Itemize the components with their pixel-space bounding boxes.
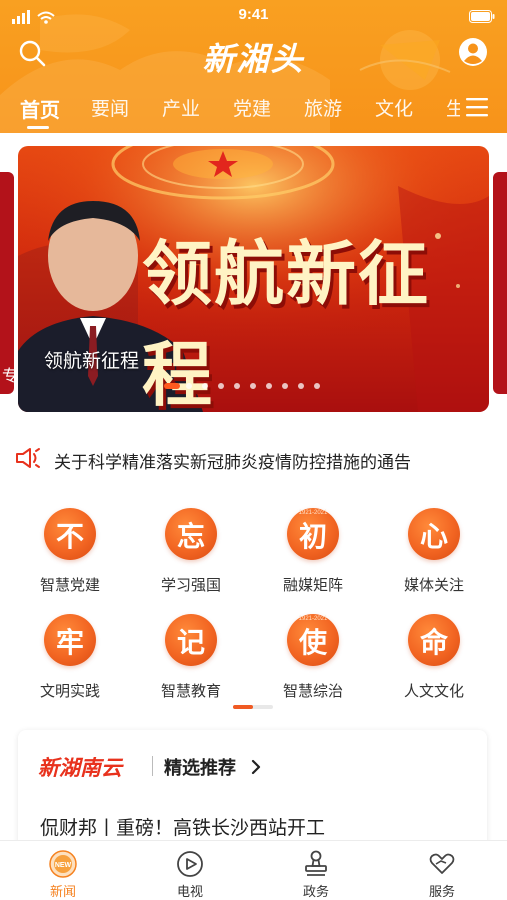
grid-label: 智慧综治 [282, 683, 343, 700]
grid-item-governance[interactable]: 1921-2021 使 智慧综治 [263, 614, 363, 714]
tab-home[interactable]: 首页 [20, 94, 60, 123]
grid-icon-char: 牢 [55, 626, 84, 659]
tab-headlines[interactable]: 要闻 [91, 94, 129, 121]
channel-tabs: 首页 要闻 产业 党建 旅游 文化 生 [0, 90, 460, 130]
svg-text:NEW: NEW [55, 862, 72, 869]
status-bar: 9:41 [0, 4, 507, 26]
grid-item-media-matrix[interactable]: 1921-2021 初 融媒矩阵 [263, 508, 363, 608]
grid-label: 智慧教育 [160, 683, 221, 700]
carousel-dot[interactable] [164, 383, 180, 389]
grid-item-media-focus[interactable]: 心 媒体关注 [384, 508, 484, 608]
grid-icon-char: 初 [298, 520, 327, 553]
grid-icon: 记 [165, 614, 217, 666]
grid-icon-char: 不 [55, 520, 84, 553]
grid-icon: 1921-2021 使 [287, 614, 339, 666]
carousel-dot[interactable] [250, 383, 256, 389]
nav-tv-label: 电视 [176, 884, 203, 899]
grid-label: 融媒矩阵 [282, 577, 343, 594]
grid-icon-char: 心 [419, 520, 448, 553]
carousel-dot[interactable] [218, 383, 224, 389]
grid-label: 学习强国 [160, 577, 221, 594]
grid-icon-char: 记 [176, 626, 205, 659]
notice-text: 关于科学精准落实新冠肺炎疫情防控措施的通告 [54, 453, 411, 472]
nav-service[interactable]: 服务 [402, 847, 482, 899]
grid-page-indicator [233, 705, 273, 709]
nav-news[interactable]: NEW 新闻 [23, 847, 103, 899]
carousel-dot[interactable] [266, 383, 272, 389]
menu-icon[interactable] [465, 96, 489, 118]
recommend-news-item[interactable]: 侃财邦丨重磅！高铁长沙西站开工 [40, 813, 325, 840]
grid-label: 智慧党建 [39, 577, 100, 594]
grid-item-smart-party[interactable]: 不 智慧党建 [20, 508, 120, 608]
banner-carousel[interactable]: 专 领航新征程 领航新征程 [0, 146, 507, 414]
heart-hand-icon [429, 853, 455, 874]
grid-item-education[interactable]: 记 智慧教育 [141, 614, 241, 714]
user-profile-icon[interactable] [457, 36, 489, 68]
news-icon: NEW [49, 850, 77, 878]
nav-government-label: 政务 [302, 884, 329, 899]
grid-item-humanities[interactable]: 命 人文文化 [384, 614, 484, 714]
grid-icon: 命 [408, 614, 460, 666]
carousel-dot[interactable] [282, 383, 288, 389]
grid-icon: 不 [44, 508, 96, 560]
grid-label: 文明实践 [39, 683, 100, 700]
nav-tv[interactable]: 电视 [150, 847, 230, 899]
stamp-icon [305, 850, 327, 876]
tab-party[interactable]: 党建 [233, 94, 271, 121]
carousel-dot[interactable] [298, 383, 304, 389]
megaphone-icon [16, 448, 40, 468]
bottom-nav: NEW 新闻 电视 政务 服务 [0, 840, 507, 900]
grid-icon-char: 使 [298, 626, 327, 659]
nav-news-label: 新闻 [49, 884, 76, 899]
grid-icon-char: 命 [419, 626, 448, 659]
active-tab-indicator [27, 126, 49, 129]
app-header: 9:41 新湘头 首页 要闻 产业 党建 旅游 文化 生 [0, 0, 507, 133]
carousel-dot[interactable] [186, 383, 192, 389]
next-slide-peek[interactable] [493, 172, 507, 394]
tab-tourism[interactable]: 旅游 [304, 94, 342, 121]
grid-icon: 心 [408, 508, 460, 560]
divider [152, 756, 153, 776]
grid-item-study[interactable]: 忘 学习强国 [141, 508, 241, 608]
nav-government[interactable]: 政务 [276, 847, 356, 899]
grid-label: 人文文化 [403, 683, 464, 700]
chevron-right-icon[interactable] [250, 759, 262, 775]
banner-caption: 领航新征程 [44, 351, 140, 372]
prev-slide-peek[interactable]: 专 [0, 172, 18, 394]
app-logo: 新湘头 [202, 40, 305, 78]
carousel-dot[interactable] [202, 383, 208, 389]
tab-life[interactable]: 生 [446, 94, 460, 121]
nav-service-label: 服务 [428, 884, 455, 899]
grid-icon: 忘 [165, 508, 217, 560]
recommend-brand: 新湖南云 [38, 755, 122, 780]
play-icon [177, 851, 203, 877]
prev-slide-label: 专 [2, 368, 19, 385]
tab-culture[interactable]: 文化 [375, 94, 413, 121]
grid-icon: 1921-2021 初 [287, 508, 339, 560]
grid-label: 媒体关注 [403, 577, 464, 594]
banner-slide[interactable]: 领航新征程 领航新征程 [18, 146, 489, 412]
tab-industry[interactable]: 产业 [162, 94, 200, 121]
grid-item-civilization[interactable]: 牢 文明实践 [20, 614, 120, 714]
recommend-title[interactable]: 精选推荐 [164, 754, 236, 780]
carousel-dot[interactable] [234, 383, 240, 389]
grid-icon: 牢 [44, 614, 96, 666]
carousel-dot[interactable] [314, 383, 320, 389]
status-time: 9:41 [238, 6, 269, 23]
grid-icon-char: 忘 [176, 520, 205, 553]
notice-bar[interactable]: 关于科学精准落实新冠肺炎疫情防控措施的通告 [14, 444, 494, 474]
battery-icon [469, 10, 495, 23]
